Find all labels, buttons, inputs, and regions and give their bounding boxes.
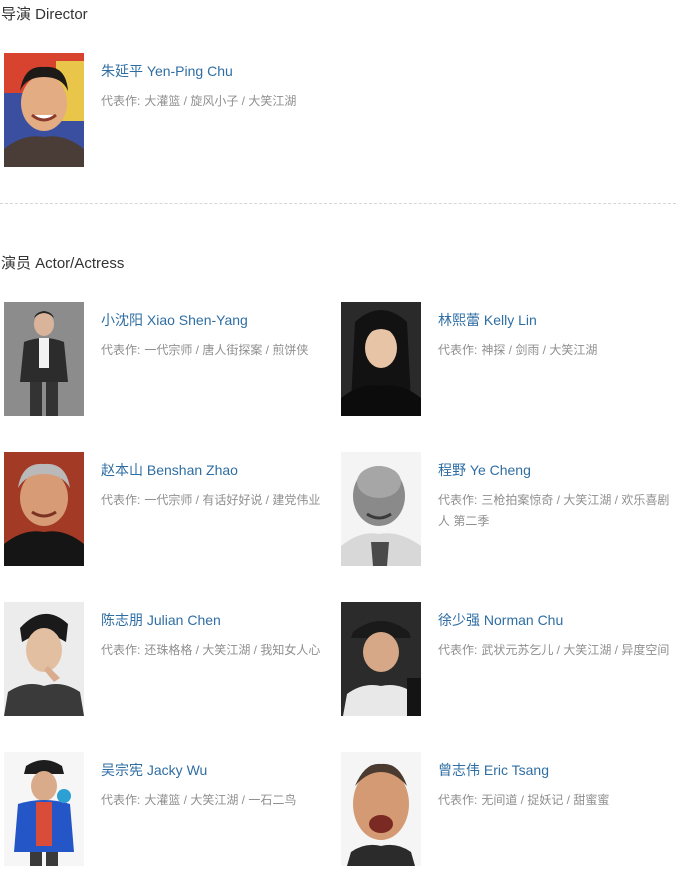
works-label: 代表作: bbox=[101, 793, 141, 807]
works-list: 一代宗师 / 唐人街探案 / 煎饼侠 bbox=[144, 343, 309, 357]
actor-works: 代表作: 无间道 / 捉妖记 / 甜蜜蜜 bbox=[438, 790, 676, 811]
actor-card-jacky-wu: 吴宗宪 Jacky Wu 代表作: 大灌篮 / 大笑江湖 / 一石二鸟 bbox=[0, 752, 336, 868]
actor-card-ye-cheng: 程野 Ye Cheng 代表作: 三枪拍案惊奇 / 大笑江湖 / 欢乐喜剧人 第二… bbox=[337, 452, 673, 568]
works-label: 代表作: bbox=[101, 493, 141, 507]
works-label: 代表作: bbox=[438, 643, 478, 657]
actor-photo[interactable] bbox=[4, 302, 84, 416]
actor-section-title: 演员 Actor/Actress bbox=[1, 255, 125, 272]
works-list: 无间道 / 捉妖记 / 甜蜜蜜 bbox=[481, 793, 610, 807]
director-name-link[interactable]: 朱延平 Yen-Ping Chu bbox=[101, 61, 233, 81]
actor-photo[interactable] bbox=[341, 752, 421, 866]
actor-name-link[interactable]: 赵本山 Benshan Zhao bbox=[101, 460, 238, 480]
actor-name-link[interactable]: 徐少强 Norman Chu bbox=[438, 610, 563, 630]
actor-photo[interactable] bbox=[341, 602, 421, 716]
works-list: 还珠格格 / 大笑江湖 / 我知女人心 bbox=[144, 643, 321, 657]
actor-card-norman-chu: 徐少强 Norman Chu 代表作: 武状元苏乞儿 / 大笑江湖 / 异度空间 bbox=[337, 602, 673, 718]
director-section-title: 导演 Director bbox=[1, 6, 88, 23]
actor-works: 代表作: 一代宗师 / 有话好好说 / 建党伟业 bbox=[101, 490, 339, 511]
actor-name-link[interactable]: 小沈阳 Xiao Shen-Yang bbox=[101, 310, 248, 330]
works-label: 代表作: bbox=[101, 343, 141, 357]
works-label: 代表作: bbox=[101, 643, 141, 657]
works-list: 神探 / 剑雨 / 大笑江湖 bbox=[481, 343, 598, 357]
actor-photo[interactable] bbox=[4, 452, 84, 566]
actor-card-benshan-zhao: 赵本山 Benshan Zhao 代表作: 一代宗师 / 有话好好说 / 建党伟业 bbox=[0, 452, 336, 568]
works-list: 大灌篮 / 大笑江湖 / 一石二鸟 bbox=[144, 793, 297, 807]
actor-works: 代表作: 武状元苏乞儿 / 大笑江湖 / 异度空间 bbox=[438, 640, 676, 661]
director-card-chu: 朱延平 Yen-Ping Chu 代表作: 大灌篮 / 旋风小子 / 大笑江湖 bbox=[0, 53, 336, 169]
actor-works: 代表作: 还珠格格 / 大笑江湖 / 我知女人心 bbox=[101, 640, 339, 661]
director-works: 代表作: 大灌篮 / 旋风小子 / 大笑江湖 bbox=[101, 91, 339, 112]
works-label: 代表作: bbox=[101, 94, 141, 108]
actor-name-link[interactable]: 程野 Ye Cheng bbox=[438, 460, 531, 480]
actor-card-xiao-shen-yang: 小沈阳 Xiao Shen-Yang 代表作: 一代宗师 / 唐人街探案 / 煎饼… bbox=[0, 302, 336, 418]
actor-name-link[interactable]: 林熙蕾 Kelly Lin bbox=[438, 310, 537, 330]
actor-name-link[interactable]: 吴宗宪 Jacky Wu bbox=[101, 760, 207, 780]
director-photo[interactable] bbox=[4, 53, 84, 167]
works-list: 武状元苏乞儿 / 大笑江湖 / 异度空间 bbox=[481, 643, 670, 657]
actor-works: 代表作: 三枪拍案惊奇 / 大笑江湖 / 欢乐喜剧人 第二季 bbox=[438, 490, 676, 532]
actor-name-link[interactable]: 陈志朋 Julian Chen bbox=[101, 610, 221, 630]
actor-photo[interactable] bbox=[341, 302, 421, 416]
section-divider bbox=[0, 203, 676, 204]
works-label: 代表作: bbox=[438, 793, 478, 807]
actor-photo[interactable] bbox=[4, 752, 84, 866]
actor-works: 代表作: 神探 / 剑雨 / 大笑江湖 bbox=[438, 340, 676, 361]
works-list: 大灌篮 / 旋风小子 / 大笑江湖 bbox=[144, 94, 297, 108]
actor-card-eric-tsang: 曾志伟 Eric Tsang 代表作: 无间道 / 捉妖记 / 甜蜜蜜 bbox=[337, 752, 673, 868]
actor-name-link[interactable]: 曾志伟 Eric Tsang bbox=[438, 760, 549, 780]
actor-card-kelly-lin: 林熙蕾 Kelly Lin 代表作: 神探 / 剑雨 / 大笑江湖 bbox=[337, 302, 673, 418]
actor-photo[interactable] bbox=[341, 452, 421, 566]
works-list: 一代宗师 / 有话好好说 / 建党伟业 bbox=[144, 493, 321, 507]
actor-photo[interactable] bbox=[4, 602, 84, 716]
actor-works: 代表作: 大灌篮 / 大笑江湖 / 一石二鸟 bbox=[101, 790, 339, 811]
works-label: 代表作: bbox=[438, 493, 478, 507]
actor-works: 代表作: 一代宗师 / 唐人街探案 / 煎饼侠 bbox=[101, 340, 339, 361]
actor-card-julian-chen: 陈志朋 Julian Chen 代表作: 还珠格格 / 大笑江湖 / 我知女人心 bbox=[0, 602, 336, 718]
works-label: 代表作: bbox=[438, 343, 478, 357]
